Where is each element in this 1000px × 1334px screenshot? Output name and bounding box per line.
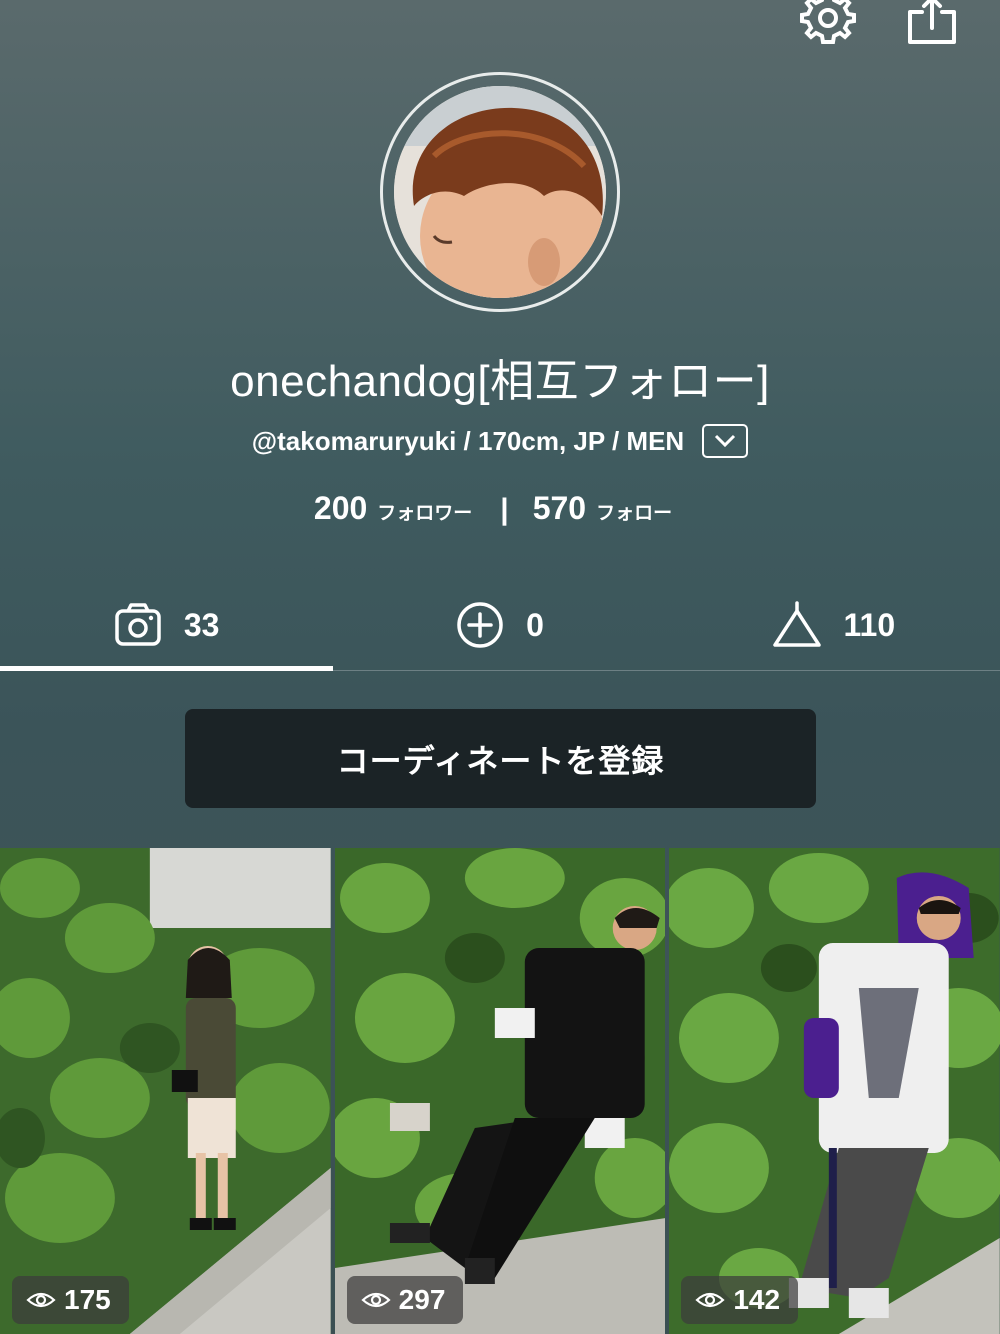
following-label[interactable]: フォロー (596, 498, 672, 525)
tab-add[interactable]: 0 (333, 580, 666, 670)
profile-tabs: 33 0 110 (0, 580, 1000, 671)
stats-divider: | (500, 493, 509, 526)
avatar[interactable] (394, 86, 606, 298)
profile-dropdown-button[interactable] (702, 424, 749, 458)
view-count: 175 (64, 1284, 111, 1315)
profile-meta-row: @takomaruryuki / 170cm, JP / MEN (0, 424, 1000, 458)
plus-circle-icon (457, 602, 503, 648)
view-count-badge: 142 (681, 1276, 799, 1324)
photo-grid: 175 297 142 (0, 848, 1000, 1334)
eye-icon (695, 1292, 725, 1308)
tab-items-count: 110 (843, 606, 896, 643)
follow-stats: 200 フォロワー | 570 フォロー (0, 490, 1000, 527)
view-count-badge: 175 (12, 1276, 129, 1324)
view-count: 297 (398, 1284, 446, 1315)
view-count-badge: 297 (346, 1276, 464, 1324)
avatar-ring (380, 72, 620, 312)
photo-image (0, 848, 331, 1334)
tab-coordinates[interactable]: 33 (0, 580, 334, 671)
following-count[interactable]: 570 (533, 490, 586, 527)
camera-icon (115, 603, 161, 646)
coordinate-photo[interactable]: 142 (669, 848, 1000, 1334)
photo-image (334, 848, 666, 1334)
eye-icon (26, 1292, 56, 1308)
share-icon[interactable] (904, 0, 960, 48)
tab-coordinates-count: 33 (183, 606, 220, 643)
tab-add-count: 0 (526, 606, 544, 643)
followers-count[interactable]: 200 (314, 490, 367, 527)
gear-icon[interactable] (800, 0, 856, 48)
chevron-down-icon (715, 434, 736, 448)
hanger-icon (772, 601, 821, 647)
eye-icon (361, 1292, 391, 1308)
display-name: onechandog[相互フォロー] (230, 357, 770, 406)
followers-label[interactable]: フォロワー (377, 498, 472, 525)
tab-items[interactable]: 110 (667, 580, 1000, 670)
register-coordinate-button[interactable]: コーディネートを登録 (185, 709, 816, 808)
profile-meta: @takomaruryuki / 170cm, JP / MEN (251, 425, 685, 456)
view-count: 142 (733, 1284, 781, 1315)
top-actions (800, 0, 960, 48)
coordinate-photo[interactable]: 297 (334, 848, 666, 1334)
photo-image (669, 848, 1000, 1334)
coordinate-photo[interactable]: 175 (0, 848, 331, 1334)
